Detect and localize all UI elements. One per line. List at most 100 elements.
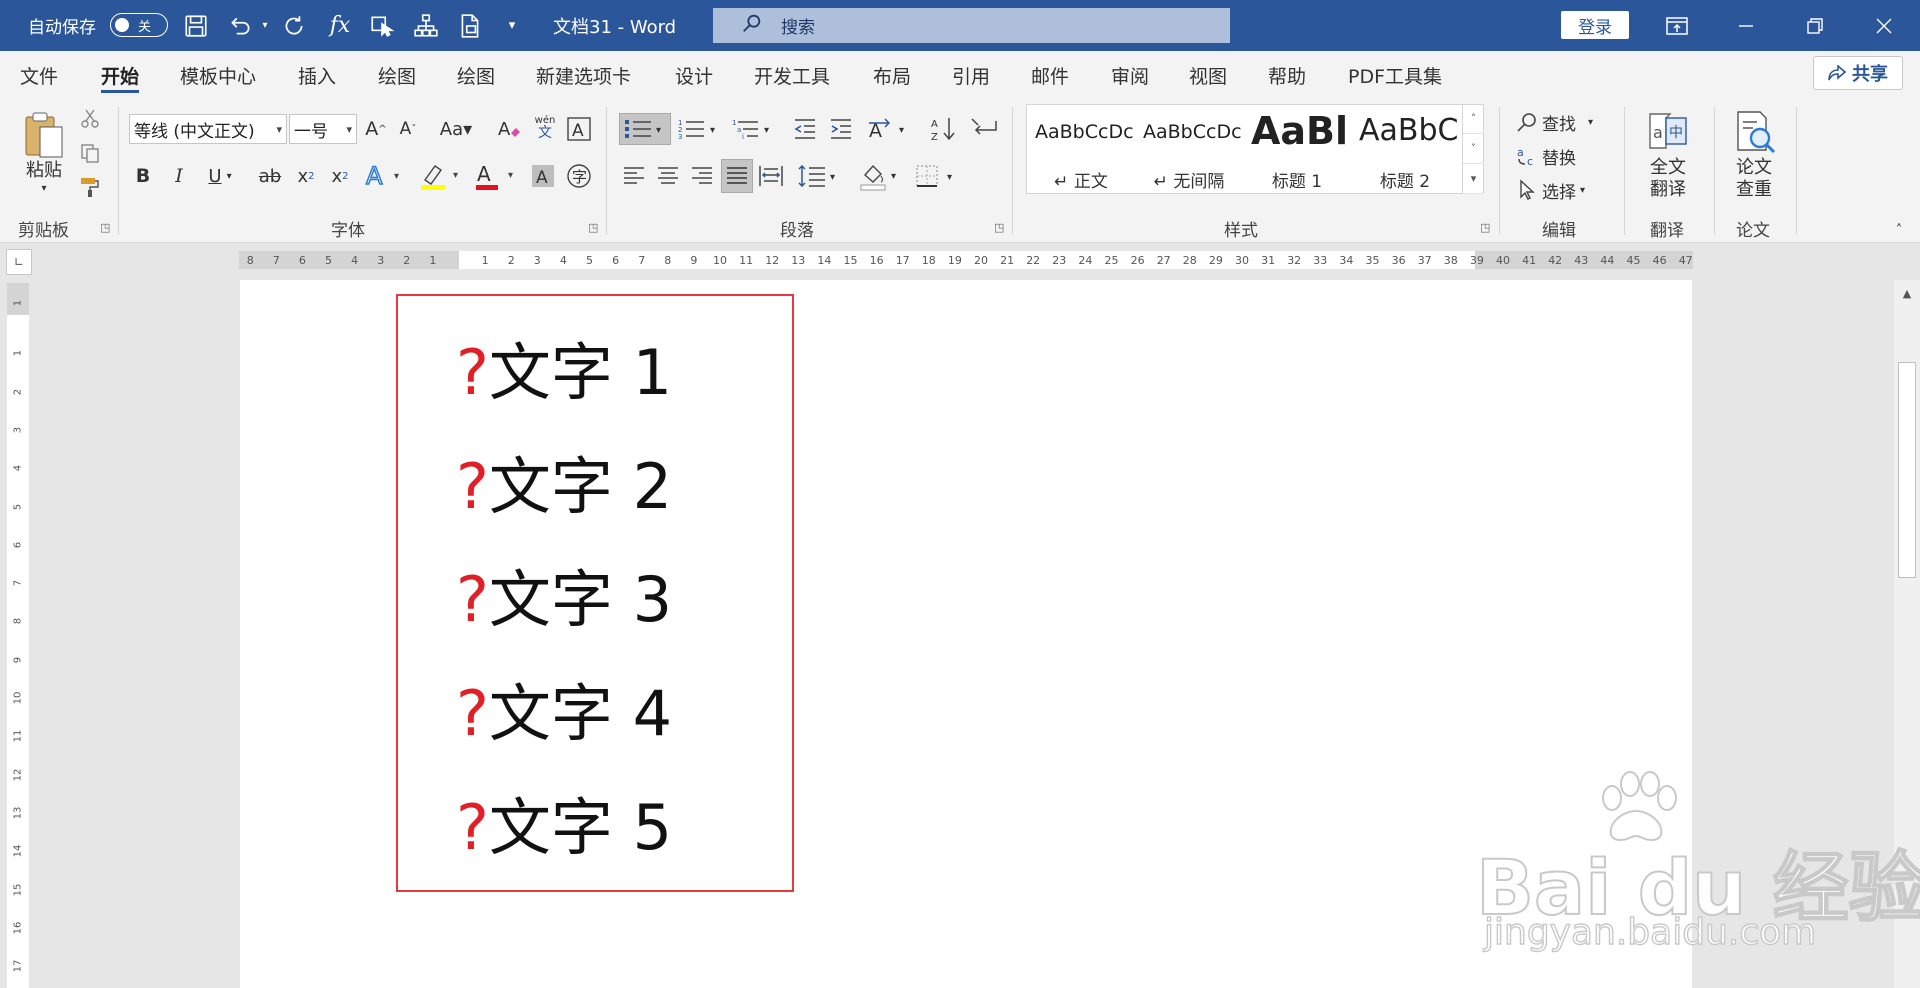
superscript-icon[interactable]: x2 [326, 161, 354, 191]
align-center-icon[interactable] [654, 161, 682, 191]
paste-label[interactable]: 粘贴 [22, 157, 66, 181]
list-item[interactable]: ?文字 4 [456, 683, 672, 745]
share-button[interactable]: 共享 [1813, 56, 1903, 90]
distributed-icon[interactable] [756, 161, 786, 191]
redo-icon[interactable] [276, 0, 312, 51]
tab-template-center[interactable]: 模板中心 [180, 51, 256, 99]
font-launcher-icon[interactable]: ◳ [588, 221, 598, 234]
tab-new-tab[interactable]: 新建选项卡 [536, 51, 631, 99]
autosave-toggle[interactable]: 关 [110, 13, 168, 37]
paste-dropdown-icon[interactable]: ▾ [36, 181, 52, 195]
align-left-icon[interactable] [620, 161, 648, 191]
paper-check-button[interactable]: 论文 查重 [1728, 155, 1780, 203]
undo-icon[interactable] [222, 0, 258, 51]
clipboard-launcher-icon[interactable]: ◳ [100, 221, 110, 234]
sort-icon[interactable]: AZ [928, 113, 960, 145]
tab-developer[interactable]: 开发工具 [754, 51, 830, 99]
justify-icon[interactable] [721, 159, 753, 193]
font-size-select[interactable]: 一号 ▾ [289, 114, 357, 144]
paste-icon[interactable] [20, 107, 68, 163]
tab-references[interactable]: 引用 [952, 51, 990, 99]
gallery-more-icon[interactable]: ▾ [1463, 164, 1484, 194]
list-item[interactable]: ?文字 5 [456, 797, 672, 859]
style-no-spacing[interactable]: AaBbCcDc ↵ 无间隔 [1135, 105, 1243, 195]
tab-home[interactable]: 开始 [101, 51, 140, 99]
tab-help[interactable]: 帮助 [1268, 51, 1306, 99]
close-icon[interactable] [1851, 0, 1917, 51]
shrink-font-icon[interactable]: Aˇ [394, 114, 422, 144]
translate-button[interactable]: 全文 翻译 [1642, 155, 1694, 203]
vertical-ruler[interactable]: 1 1 2 3 4 5 6 7 8 9 10 11 12 13 14 15 16 17 [7, 283, 29, 988]
horizontal-ruler[interactable]: 8 7 6 5 4 3 2 1 1 2 3 4 5 6 7 8 9 10 11 12 13 14 15 16 17 18 19 20 2… [239, 251, 1693, 269]
copy-icon[interactable] [78, 141, 102, 165]
enclose-characters-icon[interactable]: 字 [564, 161, 594, 191]
font-color-icon[interactable]: A ▾ [474, 159, 520, 193]
list-item[interactable]: ?文字 3 [456, 569, 672, 631]
style-normal[interactable]: AaBbCcDc ↵ 正文 [1027, 105, 1135, 195]
print-preview-icon[interactable] [452, 0, 488, 51]
save-icon[interactable] [178, 0, 214, 51]
vertical-scrollbar[interactable]: ▲ [1894, 280, 1920, 988]
multilevel-list-icon[interactable]: 1 a i ▾ [730, 113, 776, 145]
tab-draw-2[interactable]: 绘图 [457, 51, 495, 99]
paper-check-icon[interactable] [1728, 107, 1780, 157]
list-item[interactable]: ?文字 2 [456, 456, 672, 518]
underline-icon[interactable]: U ▾ [200, 161, 240, 191]
styles-launcher-icon[interactable]: ◳ [1480, 221, 1490, 234]
tab-file[interactable]: 文件 [20, 51, 58, 99]
chinese-layout-icon[interactable]: A ▾ [866, 113, 912, 145]
character-shading-icon[interactable]: A [530, 161, 556, 191]
function-icon[interactable]: fx [322, 0, 358, 51]
tab-view[interactable]: 视图 [1189, 51, 1227, 99]
style-heading-2[interactable]: AaBbC 标题 2 [1351, 105, 1463, 195]
list-item[interactable]: ?文字 1 [456, 342, 672, 404]
character-border-icon[interactable]: A [564, 114, 594, 144]
collapse-ribbon-icon[interactable]: ˄ [1888, 221, 1910, 239]
undo-dropdown-icon[interactable]: ▾ [258, 0, 272, 51]
style-heading-1[interactable]: AaBl 标题 1 [1243, 105, 1351, 195]
numbering-icon[interactable]: 1 2 3 ▾ [676, 113, 722, 145]
login-button[interactable]: 登录 [1561, 11, 1629, 39]
borders-icon[interactable]: ▾ [914, 161, 960, 191]
phonetic-guide-icon[interactable]: wén 文 [530, 112, 560, 144]
clear-format-icon[interactable]: A [494, 114, 524, 144]
tab-layout[interactable]: 布局 [873, 51, 911, 99]
change-case-icon[interactable]: Aa▾ [434, 114, 478, 144]
tab-mailings[interactable]: 邮件 [1031, 51, 1069, 99]
touch-mode-icon[interactable] [364, 0, 400, 51]
tab-insert[interactable]: 插入 [298, 51, 336, 99]
tab-design[interactable]: 设计 [675, 51, 713, 99]
find-button[interactable]: 查找 ▾ [1516, 107, 1616, 137]
translate-icon[interactable]: a中 [1642, 107, 1694, 157]
highlight-color-icon[interactable]: ▾ [418, 159, 466, 193]
shading-icon[interactable]: ▾ [858, 159, 904, 193]
subscript-icon[interactable]: x2 [292, 161, 320, 191]
align-right-icon[interactable] [688, 161, 716, 191]
show-marks-icon[interactable] [968, 113, 1000, 145]
tab-review[interactable]: 审阅 [1111, 51, 1149, 99]
grow-font-icon[interactable]: A ^ [362, 114, 390, 144]
bold-icon[interactable]: B [130, 161, 156, 191]
ribbon-display-icon[interactable] [1644, 0, 1710, 51]
tab-pdf-tools[interactable]: PDF工具集 [1348, 51, 1442, 99]
tab-draw[interactable]: 绘图 [378, 51, 416, 99]
format-painter-icon[interactable] [78, 175, 102, 199]
scrollbar-thumb[interactable] [1898, 362, 1916, 578]
decrease-indent-icon[interactable] [790, 113, 820, 145]
text-effects-icon[interactable]: A ▾ [364, 159, 408, 191]
italic-icon[interactable]: I [166, 161, 192, 191]
bullets-icon[interactable]: ▾ [619, 113, 671, 145]
increase-indent-icon[interactable] [826, 113, 856, 145]
line-spacing-icon[interactable]: ▾ [796, 161, 842, 191]
org-chart-icon[interactable] [408, 0, 444, 51]
gallery-down-icon[interactable]: ˅ [1463, 134, 1484, 164]
customize-qat-icon[interactable]: ▾ [500, 0, 524, 51]
gallery-up-icon[interactable]: ˄ [1463, 104, 1484, 134]
scroll-up-icon[interactable]: ▲ [1894, 280, 1920, 306]
font-name-select[interactable]: 等线 (中文正文) ▾ [129, 114, 287, 144]
minimize-icon[interactable] [1713, 0, 1779, 51]
replace-button[interactable]: ac 替换 [1516, 141, 1616, 171]
select-button[interactable]: 选择 ▾ [1516, 175, 1616, 205]
restore-icon[interactable] [1782, 0, 1848, 51]
paragraph-launcher-icon[interactable]: ◳ [994, 221, 1004, 234]
